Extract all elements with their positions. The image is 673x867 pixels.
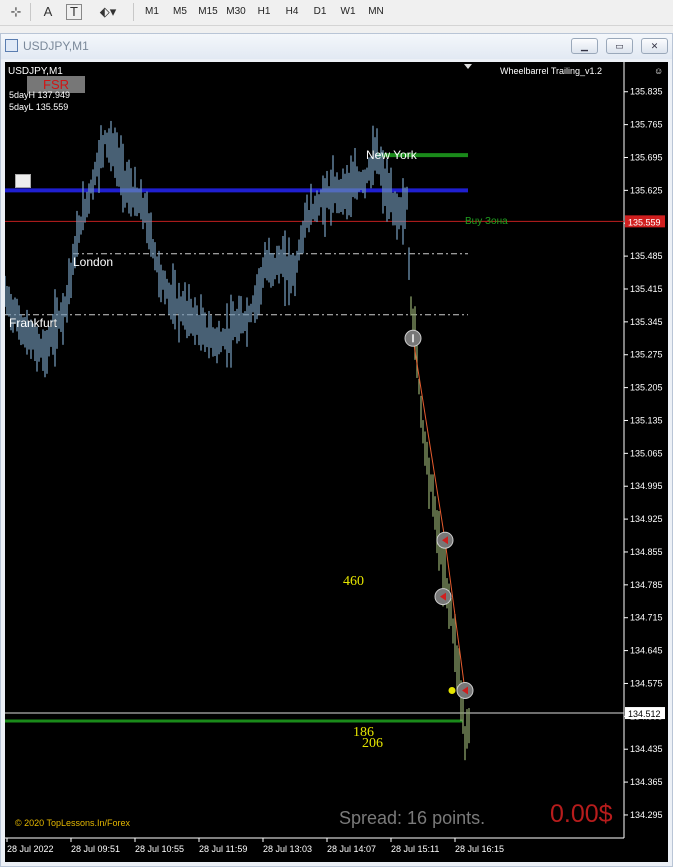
y-tick-label: 134.645: [630, 646, 663, 656]
x-tick-label: 28 Jul 15:11: [391, 844, 439, 854]
close-button[interactable]: ✕: [641, 38, 668, 54]
x-tick-label: 28 Jul 13:03: [263, 844, 312, 854]
buy-zone-label: Buy Зона: [465, 216, 508, 227]
x-tick-label: 28 Jul 16:15: [455, 844, 504, 854]
current-price-label: 134.512: [628, 709, 661, 719]
timeframe-m5[interactable]: M5: [168, 3, 192, 21]
restore-button[interactable]: ▭: [606, 38, 633, 54]
y-tick-label: 135.415: [630, 284, 663, 294]
price-chart[interactable]: 135.835135.765135.695135.625135.555135.4…: [5, 62, 668, 862]
y-tick-label: 134.715: [630, 613, 663, 623]
five-day-low: 5dayL 135.559: [9, 102, 69, 112]
copyright-text: © 2020 TopLessons.In/Forex: [15, 818, 131, 828]
red-price-label: 135.559: [628, 217, 661, 227]
timeframe-m30[interactable]: M30: [224, 3, 248, 21]
y-tick-label: 134.855: [630, 547, 663, 557]
timeframe-m15[interactable]: M15: [196, 3, 220, 21]
x-tick-label: 28 Jul 10:55: [135, 844, 184, 854]
session-london: London: [73, 255, 114, 269]
y-tick-label: 134.365: [630, 777, 663, 787]
window-title: USDJPY,M1: [23, 39, 89, 53]
y-tick-label: 135.345: [630, 317, 663, 327]
timeframe-h1[interactable]: H1: [252, 3, 276, 21]
x-tick-label: 28 Jul 2022: [7, 844, 54, 854]
timeframe-mn[interactable]: MN: [364, 3, 388, 21]
y-tick-label: 135.135: [630, 415, 663, 425]
price-axis-panel: [624, 62, 668, 862]
toolbar: ⊹ A T ⬖▾ M1 M5 M15 M30 H1 H4 D1 W1 MN: [0, 0, 673, 26]
shift-marker-icon: [464, 64, 472, 69]
minimize-button[interactable]: ▁: [571, 38, 598, 54]
signal-dot: [448, 687, 456, 695]
text-tool-icon[interactable]: A: [38, 3, 58, 21]
indicator-name: Wheelbarrel Trailing_v1.2: [500, 66, 603, 76]
toolbar-separator: [133, 3, 134, 21]
y-tick-label: 134.995: [630, 481, 663, 491]
timeframe-d1[interactable]: D1: [308, 3, 332, 21]
y-tick-label: 134.295: [630, 810, 663, 820]
x-tick-label: 28 Jul 14:07: [327, 844, 376, 854]
crosshair-icon[interactable]: ⊹: [6, 3, 26, 21]
text-label-icon[interactable]: T: [66, 4, 82, 20]
session-frankfurt: Frankfurt: [9, 316, 58, 330]
y-tick-label: 134.575: [630, 678, 663, 688]
timeframe-h4[interactable]: H4: [280, 3, 304, 21]
y-tick-label: 134.435: [630, 744, 663, 754]
session-new-york: New York: [366, 148, 417, 162]
y-tick-label: 135.205: [630, 383, 663, 393]
y-tick-label: 135.065: [630, 448, 663, 458]
y-tick-label: 135.485: [630, 251, 663, 261]
terminal-app: ⊹ A T ⬖▾ M1 M5 M15 M30 H1 H4 D1 W1 MN USDJPY,M1 …: [0, 0, 673, 867]
y-tick-label: 134.925: [630, 514, 663, 524]
y-tick-label: 135.695: [630, 152, 663, 162]
five-day-high: 5dayH 137.949: [9, 90, 71, 100]
spread-text: Spread: 16 points.: [339, 808, 486, 828]
chart-canvas: 135.835135.765135.695135.625135.555135.4…: [5, 62, 668, 862]
toolbar-separator: [30, 3, 31, 21]
timeframe-m1[interactable]: M1: [140, 3, 164, 21]
trade-connector: [412, 338, 446, 541]
count-label-a: 460: [343, 574, 364, 589]
objects-menu-icon[interactable]: ⬖▾: [94, 3, 122, 21]
chart-window: USDJPY,M1 ▁ ▭ ✕ 135.835 135.765 135.695 135…: [0, 33, 673, 867]
smiley-icon: ☺: [654, 66, 664, 76]
y-tick-label: 135.765: [630, 120, 663, 130]
chart-window-icon: [5, 39, 18, 52]
checkbox-toggle[interactable]: [15, 174, 31, 188]
y-tick-label: 134.785: [630, 580, 663, 590]
y-tick-label: 135.275: [630, 350, 663, 360]
profit-text: 0.00$: [550, 800, 613, 828]
y-tick-label: 135.625: [630, 185, 663, 195]
x-tick-label: 28 Jul 09:51: [71, 844, 120, 854]
window-titlebar[interactable]: USDJPY,M1 ▁ ▭ ✕: [1, 34, 672, 59]
count-label-c: 206: [362, 736, 383, 751]
x-tick-label: 28 Jul 11:59: [199, 844, 247, 854]
timeframe-w1[interactable]: W1: [336, 3, 360, 21]
y-tick-label: 135.835: [630, 87, 663, 97]
